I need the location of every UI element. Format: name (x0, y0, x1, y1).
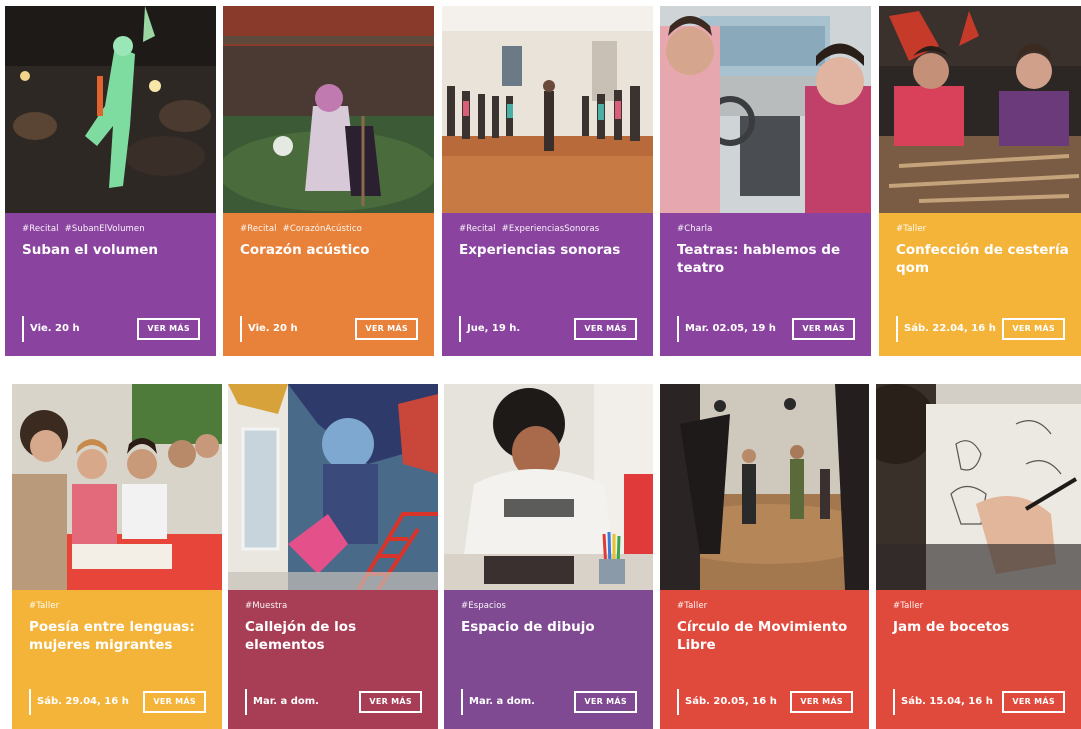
card-panel: #Taller Poesía entre lenguas: mujeres mi… (12, 590, 222, 729)
card-title: Callejón de los elementos (245, 619, 357, 653)
event-card-espacio-de-dibujo[interactable]: #Espacios Espacio de dibujo Mar. a dom. … (444, 384, 653, 729)
movement-dance-photo (660, 384, 869, 590)
card-panel: #Espacios Espacio de dibujo Mar. a dom. … (444, 590, 653, 729)
card-date: Vie. 20 h (22, 316, 80, 342)
card-tags: #Charla (677, 224, 713, 234)
card-title: Confección de cestería qom (896, 242, 1069, 276)
event-card-experiencias-sonoras[interactable]: #Recital #ExperienciasSonoras Experiencia… (442, 6, 653, 356)
card-tags: #Taller (677, 601, 708, 611)
card-title: Teatras: hablemos de teatro (677, 242, 841, 276)
event-card-corazon-acustico[interactable]: #Recital #CorazónAcústico Corazón acústic… (223, 6, 434, 356)
poetry-workshop-photo (12, 384, 222, 590)
event-card-suban-el-volumen[interactable]: #Recital #SubanElVolumen Suban el volumen… (5, 6, 216, 356)
drawing-space-photo (444, 384, 653, 590)
ver-mas-button[interactable]: VER MÁS (1002, 318, 1065, 340)
basket-weaving-photo (879, 6, 1081, 213)
ver-mas-button[interactable]: VER MÁS (574, 691, 637, 713)
card-tags: #Espacios (461, 601, 507, 611)
ver-mas-button[interactable]: VER MÁS (137, 318, 200, 340)
card-date: Jue, 19 h. (459, 316, 520, 342)
card-panel: #Muestra Callejón de los elementos Mar. … (228, 590, 438, 729)
stage-performer-photo (5, 6, 216, 213)
card-date: Sáb. 22.04, 16 h (896, 316, 996, 342)
card-tags: #Taller (896, 224, 927, 234)
event-card-poesia-entre-lenguas[interactable]: #Taller Poesía entre lenguas: mujeres mi… (12, 384, 222, 729)
card-date: Mar. a dom. (461, 689, 535, 715)
event-card-movimiento-libre[interactable]: #Taller Círculo de Movimiento Libre Sáb.… (660, 384, 869, 729)
card-title: Poesía entre lenguas: mujeres migrantes (29, 619, 195, 653)
graffiti-alley-photo (228, 384, 438, 590)
card-tags: #Taller (29, 601, 60, 611)
ver-mas-button[interactable]: VER MÁS (1002, 691, 1065, 713)
card-panel: #Taller Jam de bocetos Sáb. 15.04, 16 h … (876, 590, 1081, 729)
event-card-cesteria-qom[interactable]: #Taller Confección de cestería qom Sáb. … (879, 6, 1081, 356)
car-interior-photo (660, 6, 871, 213)
card-panel: #Recital #SubanElVolumen Suban el volumen… (5, 213, 216, 356)
ver-mas-button[interactable]: VER MÁS (792, 318, 855, 340)
card-date: Mar. 02.05, 19 h (677, 316, 776, 342)
card-panel: #Taller Círculo de Movimiento Libre Sáb.… (660, 590, 869, 729)
event-card-callejon-elementos[interactable]: #Muestra Callejón de los elementos Mar. … (228, 384, 438, 729)
card-tags: #Recital #CorazónAcústico (240, 224, 362, 234)
event-card-jam-de-bocetos[interactable]: #Taller Jam de bocetos Sáb. 15.04, 16 h … (876, 384, 1081, 729)
circle-dance-photo (442, 6, 653, 213)
ver-mas-button[interactable]: VER MÁS (574, 318, 637, 340)
ver-mas-button[interactable]: VER MÁS (359, 691, 422, 713)
card-panel: #Taller Confección de cestería qom Sáb. … (879, 213, 1081, 356)
card-tags: #Taller (893, 601, 924, 611)
card-panel: #Charla Teatras: hablemos de teatro Mar.… (660, 213, 871, 356)
ver-mas-button[interactable]: VER MÁS (790, 691, 853, 713)
card-date: Sáb. 20.05, 16 h (677, 689, 777, 715)
card-tags: #Muestra (245, 601, 288, 611)
ver-mas-button[interactable]: VER MÁS (143, 691, 206, 713)
card-date: Sáb. 15.04, 16 h (893, 689, 993, 715)
card-title: Experiencias sonoras (459, 242, 621, 258)
card-title: Corazón acústico (240, 242, 370, 258)
card-tags: #Recital #ExperienciasSonoras (459, 224, 600, 234)
card-panel: #Recital #ExperienciasSonoras Experiencia… (442, 213, 653, 356)
card-date: Vie. 20 h (240, 316, 298, 342)
card-panel: #Recital #CorazónAcústico Corazón acústic… (223, 213, 434, 356)
card-title: Círculo de Movimiento Libre (677, 619, 848, 653)
sketch-jam-photo (876, 384, 1081, 590)
event-card-teatras[interactable]: #Charla Teatras: hablemos de teatro Mar.… (660, 6, 871, 356)
card-tags: #Recital #SubanElVolumen (22, 224, 145, 234)
card-title: Suban el volumen (22, 242, 159, 258)
card-date: Sáb. 29.04, 16 h (29, 689, 129, 715)
card-date: Mar. a dom. (245, 689, 319, 715)
ver-mas-button[interactable]: VER MÁS (355, 318, 418, 340)
cello-concert-photo (223, 6, 434, 213)
card-title: Espacio de dibujo (461, 619, 595, 635)
card-title: Jam de bocetos (893, 619, 1010, 635)
